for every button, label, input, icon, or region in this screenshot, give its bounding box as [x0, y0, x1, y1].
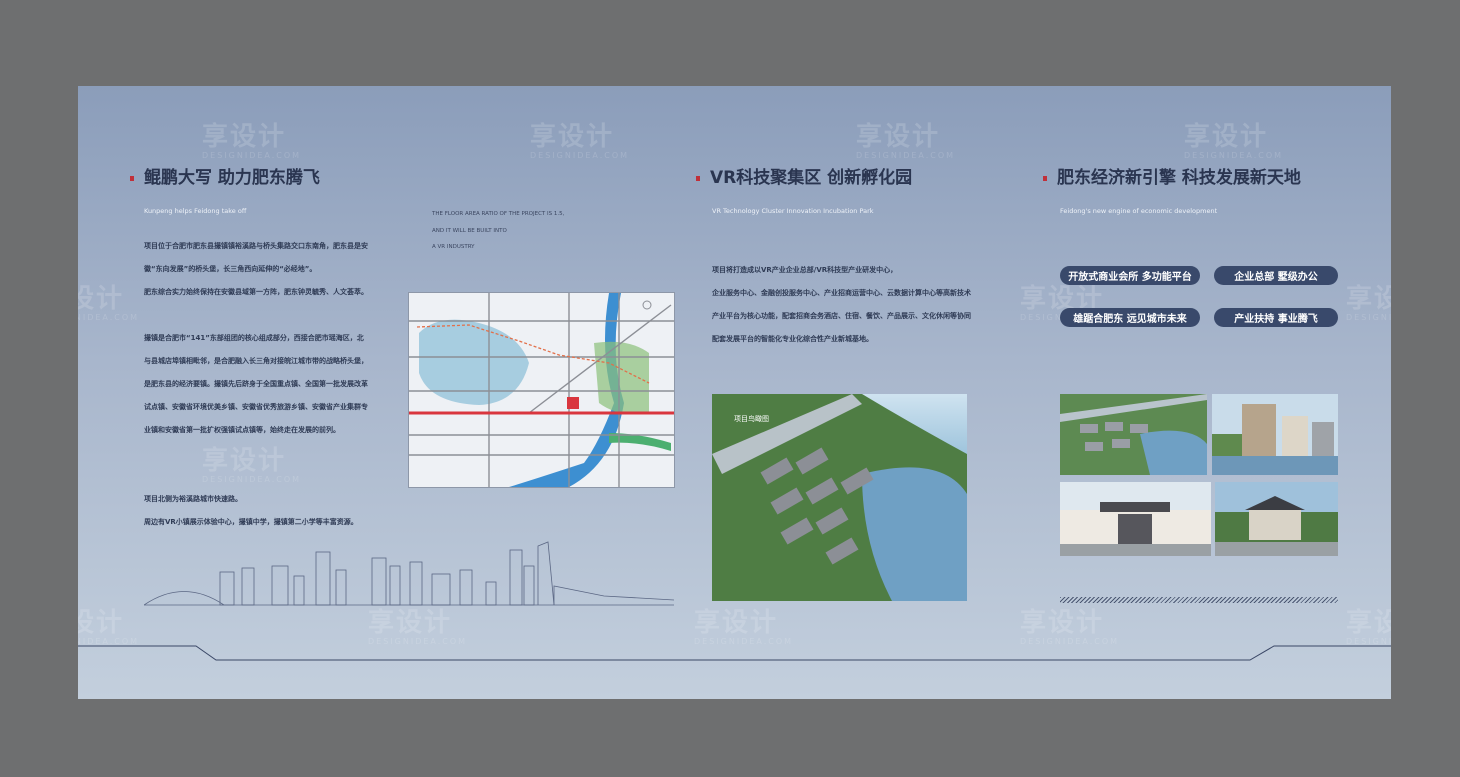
render-photo-aerial [1060, 394, 1207, 475]
text-line [144, 465, 404, 488]
aerial-view-photo: 项目鸟瞰图 [712, 394, 967, 601]
text-line: 与县城店埠镇相毗邻，是合肥融入长三角对接皖江城市带的战略桥头堡， [144, 357, 368, 365]
aerial-image [712, 394, 967, 601]
render-photo-villa [1215, 482, 1338, 556]
col2-title: VR科技聚集区 创新孵化园 [696, 163, 912, 188]
watermark: 享设计DESIGNIDEA.COM [202, 122, 302, 160]
watermark: 享设计DESIGNIDEA.COM [694, 608, 794, 646]
red-marker-icon [130, 175, 134, 181]
text-line: 肥东综合实力始终保持在安徽县域第一方阵，肥东钟灵毓秀、人文荟萃。 [144, 288, 368, 296]
watermark: 享设计DESIGNIDEA.COM [1184, 122, 1284, 160]
text-line: 产业平台为核心功能，配套招商会务酒店、住宿、餐饮、产品展示、文化休闲等协同 [712, 312, 971, 320]
caption-line: THE FLOOR AREA RATIO OF THE PROJECT IS 1… [432, 211, 565, 217]
watermark: 享设计DESIGNIDEA.COM [856, 122, 956, 160]
caption-line: A VR INDUSTRY [432, 244, 475, 250]
page: { "watermark": {"text": "享设计", "sub": "D… [0, 0, 1460, 777]
render-image [1212, 394, 1338, 475]
col2-body: 项目将打造成以VR产业企业总部/VR科技型产业研发中心， 企业服务中心、金融创投… [712, 259, 1012, 351]
watermark: 享设计DESIGNIDEA.COM [530, 122, 630, 160]
text-line: 企业服务中心、金融创投服务中心、产业招商运营中心、云数据计算中心等高新技术 [712, 289, 971, 297]
map-graphic [409, 293, 674, 487]
col1-title: 鲲鹏大写 助力肥东腾飞 [130, 163, 320, 188]
col1-body: 项目位于合肥市肥东县撮镇镇裕溪路与桥头集路交口东南角，肥东县是安 徽“东向发展”… [144, 235, 404, 534]
location-map [408, 292, 675, 488]
watermark: 享设计DESIGNIDEA.COM [1020, 608, 1120, 646]
text-line: 业镇和安徽省第一批扩权强镇试点镇等，始终走在发展的前列。 [144, 426, 340, 434]
exhibition-board: 享设计 DESIGNIDEA.COM 享设计 DESIGNIDEA.COM 享设计 D… [78, 86, 1391, 699]
text-line: 撮镇是合肥市“141”东部组团的核心组成部分，西接合肥市瑶海区，北 [144, 334, 364, 342]
render-image [1215, 482, 1338, 556]
text-line: 项目北侧为裕溪路城市快速路。 [144, 495, 242, 503]
city-skyline-icon [144, 541, 674, 606]
render-photo-buildings [1212, 394, 1338, 475]
text-line: 徽“东向发展”的桥头堡，长三角西向延伸的“必经地”。 [144, 265, 317, 273]
watermark: 享设计DESIGNIDEA.COM [78, 608, 140, 646]
feature-pill: 产业扶持 事业腾飞 [1214, 308, 1338, 327]
text-line: 是肥东县的经济要镇。撮镇先后跻身于全国重点镇、全国第一批发展改革 [144, 380, 368, 388]
feature-pill: 企业总部 墅级办公 [1214, 266, 1338, 285]
aerial-photo-label: 项目鸟瞰图 [734, 415, 769, 423]
text-line: 项目将打造成以VR产业企业总部/VR科技型产业研发中心， [712, 266, 898, 274]
render-image [1060, 482, 1211, 556]
caption-line: AND IT WILL BE BUILT INTO [432, 227, 507, 234]
feature-pill: 雄踞合肥东 远见城市未来 [1060, 308, 1200, 327]
render-photo-entrance [1060, 482, 1211, 556]
watermark: 享设计DESIGNIDEA.COM [78, 284, 140, 322]
feature-pill: 开放式商业会所 多功能平台 [1060, 266, 1200, 285]
watermark: 享设计DESIGNIDEA.COM [1346, 284, 1391, 322]
col3-title: 肥东经济新引擎 科技发展新天地 [1043, 163, 1301, 188]
text-line: 配套发展平台的智能化专业化综合性产业新城基地。 [712, 335, 873, 343]
hatched-divider [1060, 597, 1338, 603]
text-line [144, 304, 404, 327]
bottom-frame-line [78, 645, 1391, 661]
col3-subtitle: Feidong's new engine of economic develop… [1060, 207, 1218, 215]
text-line: 项目位于合肥市肥东县撮镇镇裕溪路与桥头集路交口东南角，肥东县是安 [144, 242, 368, 250]
map-caption: THE FLOOR AREA RATIO OF THE PROJECT IS 1… [432, 206, 564, 256]
col2-subtitle: VR Technology Cluster Innovation Incubat… [712, 207, 874, 215]
text-line [144, 442, 404, 465]
col1-subtitle: Kunpeng helps Feidong take off [144, 207, 247, 215]
watermark: 享设计DESIGNIDEA.COM [1346, 608, 1391, 646]
watermark: 享设计DESIGNIDEA.COM [368, 608, 468, 646]
red-marker-icon [1043, 175, 1047, 181]
render-image [1060, 394, 1207, 475]
red-marker-icon [696, 175, 700, 181]
text-line: 试点镇、安徽省环境优美乡镇、安徽省优秀旅游乡镇、安徽省产业集群专 [144, 403, 368, 411]
text-line: 周边有VR小镇展示体验中心，撮镇中学，撮镇第二小学等丰富资源。 [144, 518, 358, 526]
